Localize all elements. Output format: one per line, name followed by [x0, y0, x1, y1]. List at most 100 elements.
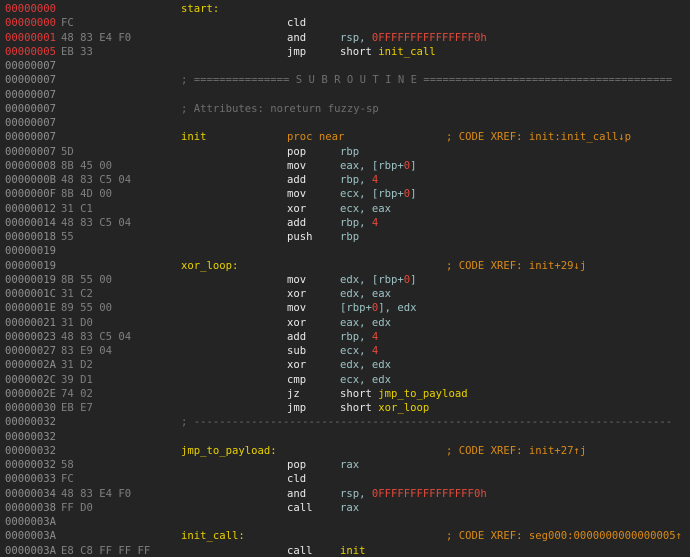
listing-line[interactable]: 00000030 EB E7 jmp short xor_loop: [0, 401, 690, 415]
listing-line[interactable]: 00000007 5D pop rbp: [0, 145, 690, 159]
listing-line[interactable]: 0000003A E8 C8 FF FF FF call init: [0, 544, 690, 557]
code-label[interactable]: init: [181, 130, 207, 144]
listing-line[interactable]: 00000034 48 83 E4 F0 and rsp, 0FFFFFFFFFFFF…: [0, 487, 690, 501]
listing-line[interactable]: 00000019 xor_loop: ; CODE XREF: init+29↓j: [0, 259, 690, 273]
listing-line[interactable]: 0000003A: [0, 515, 690, 529]
listing-line[interactable]: 00000021 31 D0 xor eax, edx: [0, 316, 690, 330]
instruction-operands: rsp, 0FFFFFFFFFFFFFFF0h: [340, 31, 487, 45]
listing-line[interactable]: 00000005 EB 33 jmp short init_call: [0, 45, 690, 59]
instruction-mnemonic: call: [287, 544, 313, 557]
attributes-comment: ; Attributes: noreturn fuzzy-sp: [181, 102, 379, 115]
listing-line[interactable]: 00000019: [0, 244, 690, 258]
listing-line[interactable]: 00000033 FC cld: [0, 472, 690, 486]
listing-line[interactable]: 0000001C 31 C2 xor edx, eax: [0, 287, 690, 301]
operand-register: eax, [rbp+: [340, 159, 404, 172]
operand-register: ecx,: [340, 345, 372, 357]
instruction-operands: edx, [rbp+0]: [340, 273, 417, 287]
listing-line[interactable]: 00000000 FC cld: [0, 16, 690, 30]
listing-line[interactable]: 00000018 55 push rbp: [0, 230, 690, 244]
operand-register: edx, eax: [340, 288, 392, 300]
listing-line[interactable]: 00000027 83 E9 04 sub ecx, 4: [0, 344, 690, 358]
instruction-mnemonic: sub: [287, 345, 307, 357]
operand-register: rbp,: [340, 174, 372, 186]
listing-line[interactable]: 0000003A init_call: ; CODE XREF: seg000:00…: [0, 529, 690, 543]
opcode-bytes: 48 83 C5 04: [61, 330, 132, 343]
code-label[interactable]: init_call:: [181, 529, 245, 543]
operand-symbol[interactable]: xor_loop: [378, 402, 429, 414]
listing-line[interactable]: 00000032 ; ------------------------------…: [0, 415, 690, 429]
address: 0000001C: [5, 288, 57, 300]
operand-symbol[interactable]: init: [340, 545, 366, 557]
opcode-bytes: 48 83 E4 F0: [61, 487, 132, 500]
instruction-operands: ecx, [rbp+0]: [340, 187, 417, 201]
listing-line[interactable]: 0000002E 74 02 jz short jmp_to_payload: [0, 387, 690, 401]
opcode-bytes: 58: [61, 459, 74, 471]
instruction-mnemonic: and: [287, 31, 307, 44]
listing-line[interactable]: 00000007: [0, 88, 690, 102]
listing-line[interactable]: 0000002C 39 D1 cmp ecx, edx: [0, 373, 690, 387]
listing-line[interactable]: 00000007: [0, 59, 690, 73]
instruction-mnemonic: call: [287, 501, 313, 514]
operand-keyword: short: [340, 45, 379, 58]
opcode-bytes: 31 C1: [61, 202, 93, 215]
listing-line[interactable]: 0000002A 31 D2 xor edx, edx: [0, 358, 690, 372]
operand-symbol[interactable]: jmp_to_payload: [378, 388, 467, 400]
code-label[interactable]: jmp_to_payload:: [181, 444, 277, 458]
listing-line[interactable]: 00000008 8B 45 00 mov eax, [rbp+0]: [0, 159, 690, 173]
address: 0000002C: [5, 373, 57, 386]
operand-symbol[interactable]: init_call: [378, 46, 435, 58]
code-xref-comment[interactable]: ; CODE XREF: init:init_call↓p: [446, 130, 631, 144]
listing-line[interactable]: 00000032: [0, 430, 690, 444]
listing-line[interactable]: 00000032 jmp_to_payload: ; CODE XREF: init…: [0, 444, 690, 458]
listing-line[interactable]: 00000032 58 pop rax: [0, 458, 690, 472]
address: 00000000: [5, 3, 57, 15]
opcode-bytes: E8 C8 FF FF FF: [61, 544, 151, 557]
instruction-mnemonic: and: [287, 487, 307, 500]
operand-register: ]: [410, 159, 417, 172]
operand-register: eax, edx: [340, 316, 392, 329]
listing-line[interactable]: 00000014 48 83 C5 04 add rbp, 4: [0, 216, 690, 230]
instruction-mnemonic: mov: [287, 302, 307, 315]
code-xref-comment[interactable]: ; CODE XREF: init+29↓j: [446, 259, 586, 273]
instruction-operands: rsp, 0FFFFFFFFFFFFFFF0h: [340, 487, 487, 501]
code-xref-comment[interactable]: ; CODE XREF: seg000:0000000000000005↑: [446, 529, 682, 543]
listing-line[interactable]: 00000007: [0, 116, 690, 130]
instruction-mnemonic: mov: [287, 188, 307, 201]
listing-line[interactable]: 0000000B 48 83 C5 04 add rbp, 4: [0, 173, 690, 187]
instruction-mnemonic: add: [287, 174, 307, 186]
listing-line[interactable]: 00000012 31 C1 xor ecx, eax: [0, 202, 690, 216]
instruction-operands: short jmp_to_payload: [340, 387, 468, 401]
instruction-mnemonic: add: [287, 216, 307, 229]
address: 0000003A: [5, 530, 57, 543]
address: 0000003A: [5, 516, 57, 528]
listing-line[interactable]: 0000000F 8B 4D 00 mov ecx, [rbp+0]: [0, 187, 690, 201]
operand-register: ]: [410, 188, 417, 201]
listing-line[interactable]: 00000019 8B 55 00 mov edx, [rbp+0]: [0, 273, 690, 287]
listing-line[interactable]: 00000007 init proc near ; CODE XREF: init:i…: [0, 130, 690, 144]
code-label[interactable]: start:: [181, 2, 219, 16]
listing-line[interactable]: 0000001E 89 55 00 mov [rbp+0], edx: [0, 301, 690, 315]
listing-line[interactable]: 00000001 48 83 E4 F0 and rsp, 0FFFFFFFFFFFF…: [0, 31, 690, 45]
listing-line[interactable]: 00000007 ; Attributes: noreturn fuzzy-sp: [0, 102, 690, 116]
listing-line[interactable]: 00000007 ; =============== S U B R O U T …: [0, 73, 690, 87]
opcode-bytes: 48 83 E4 F0: [61, 31, 132, 44]
opcode-bytes: 83 E9 04: [61, 345, 113, 357]
listing-line[interactable]: 00000023 48 83 C5 04 add rbp, 4: [0, 330, 690, 344]
instruction-mnemonic: add: [287, 330, 307, 343]
address: 0000002E: [5, 387, 57, 400]
operand-register: ecx, eax: [340, 202, 392, 215]
instruction-operands: ecx, edx: [340, 373, 391, 387]
operand-number: 4: [371, 174, 379, 186]
instruction-operands: rbp, 4: [340, 173, 378, 187]
listing-line[interactable]: 00000000 start:: [0, 2, 690, 16]
listing-line[interactable]: 00000038 FF D0 call rax: [0, 501, 690, 515]
operand-register: rbp,: [340, 330, 372, 343]
operand-register: rbp: [340, 145, 360, 158]
address: 0000001E: [5, 302, 57, 315]
operand-register: edx, edx: [340, 359, 392, 372]
operand-number: 4: [371, 345, 379, 357]
code-label[interactable]: xor_loop:: [181, 259, 238, 273]
address: 00000001: [5, 31, 57, 44]
code-xref-comment[interactable]: ; CODE XREF: init+27↑j: [446, 444, 586, 458]
opcode-bytes: 48 83 C5 04: [61, 216, 132, 229]
